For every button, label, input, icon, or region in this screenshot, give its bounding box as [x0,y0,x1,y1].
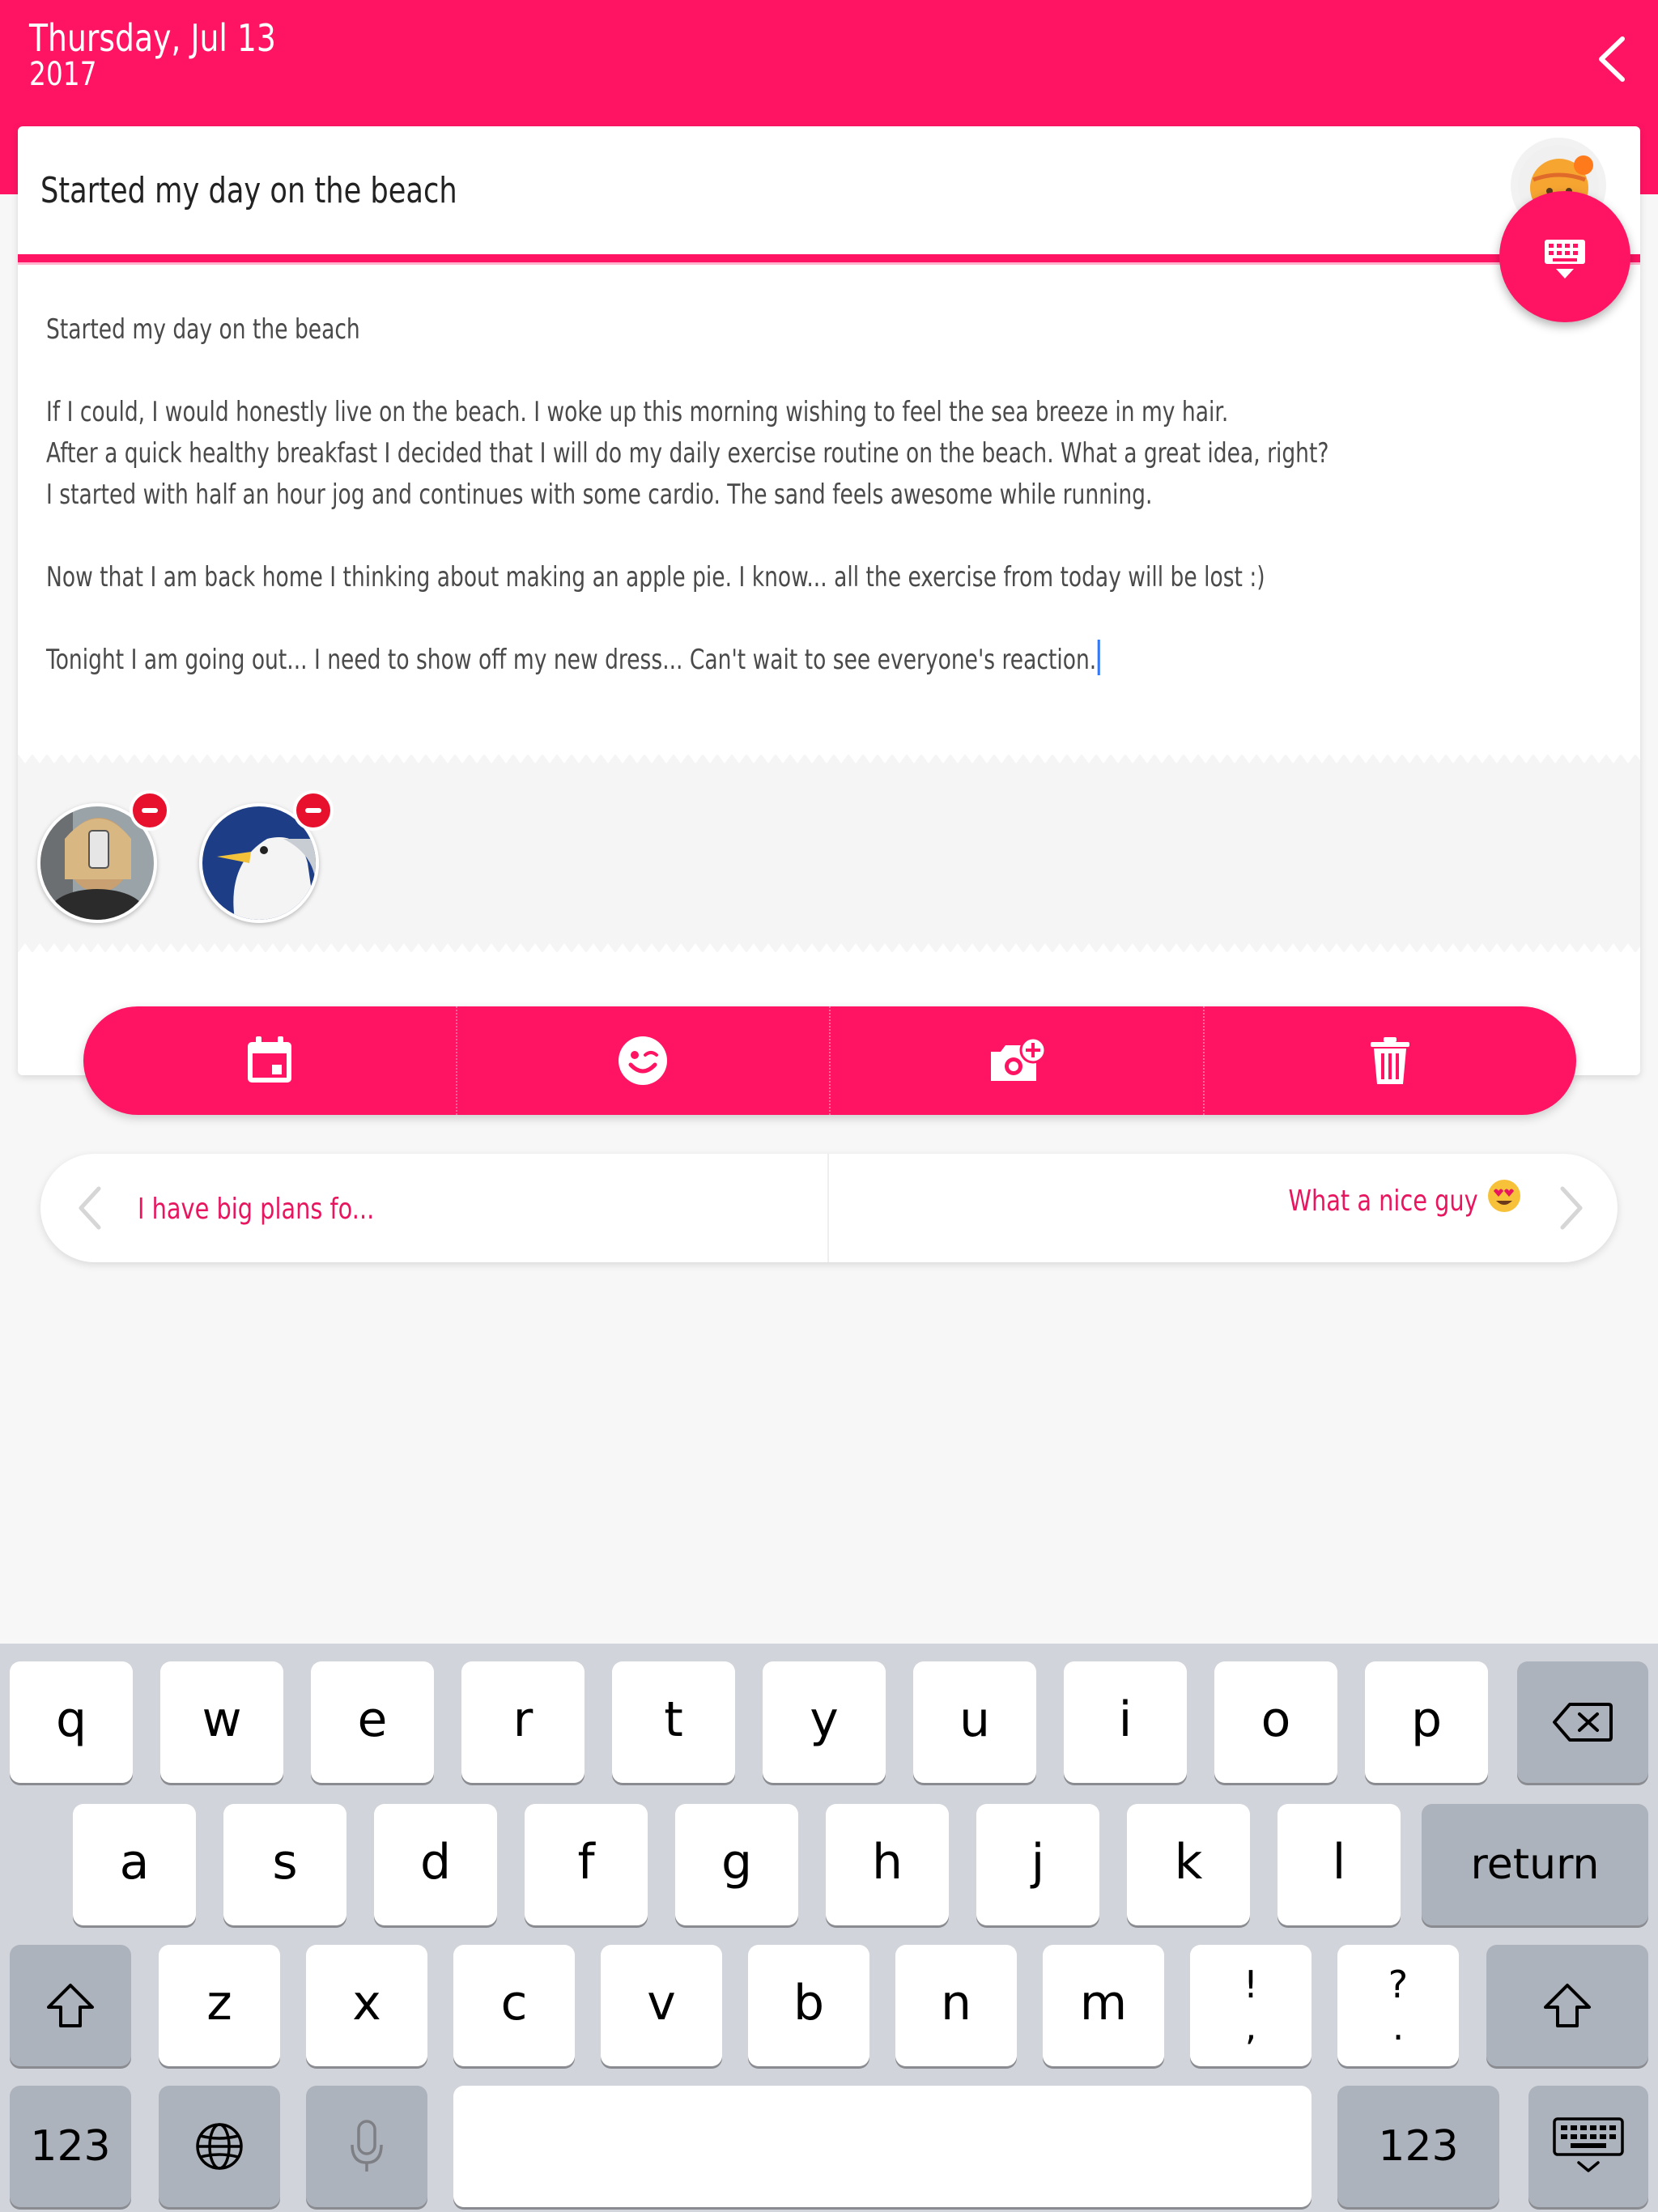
numbers-key-right[interactable]: 123 [1337,2086,1499,2207]
key-g[interactable]: g [675,1804,798,1925]
next-entry-link[interactable]: What a nice guy [1289,1185,1478,1218]
body-line: Now that I am back home I thinking about… [46,561,1265,593]
key-k[interactable]: k [1127,1804,1250,1925]
chevron-right-icon[interactable] [1556,1184,1588,1232]
text-cursor [1097,640,1100,675]
entry-body-textarea[interactable]: Started my day on the beach If I could, I… [46,309,1562,681]
body-line [46,598,1562,640]
action-toolbar [83,1006,1576,1115]
key-exclaim-comma[interactable]: ! , [1190,1945,1312,2066]
remove-icon[interactable] [130,790,170,831]
key-x[interactable]: x [306,1945,427,2066]
remove-icon[interactable] [293,790,334,831]
body-line: I started with half an hour jog and cont… [46,479,1153,511]
entry-year: 2017 [29,56,97,93]
body-line [46,516,1562,557]
chevron-left-icon[interactable] [73,1184,105,1232]
chevron-left-icon[interactable] [1584,31,1640,87]
key-f[interactable]: f [525,1804,648,1925]
entry-date: Thursday, Jul 13 [29,16,276,60]
key-n[interactable]: n [895,1945,1017,2066]
key-bottom-char: , [1244,2005,1257,2048]
title-underline [18,254,1640,265]
key-e[interactable]: e [311,1661,434,1783]
microphone-icon [351,2120,383,2172]
key-top-char: ? [1388,1963,1409,2006]
calendar-button[interactable] [83,1006,456,1115]
key-t[interactable]: t [612,1661,735,1783]
key-d[interactable]: d [374,1804,497,1925]
shift-icon [47,1984,94,2027]
key-i[interactable]: i [1064,1661,1187,1783]
body-line: Started my day on the beach [46,313,360,346]
globe-key[interactable] [159,2086,280,2207]
key-z[interactable]: z [159,1945,280,2066]
keyboard-dismiss-icon [1553,2117,1624,2172]
body-line [46,351,1562,392]
key-top-char: ! [1243,1963,1259,2006]
delete-button[interactable] [1202,1006,1577,1115]
key-j[interactable]: j [976,1804,1099,1925]
backspace-icon [1553,1703,1613,1742]
key-y[interactable]: y [763,1661,886,1783]
entry-title-input[interactable]: Started my day on the beach [40,170,457,211]
key-s[interactable]: s [223,1804,346,1925]
key-b[interactable]: b [748,1945,869,2066]
key-v[interactable]: v [601,1945,722,2066]
calendar-icon [247,1036,291,1083]
emoji-button[interactable] [455,1006,830,1115]
shift-key-left[interactable] [10,1945,131,2066]
backspace-key[interactable] [1517,1661,1648,1783]
add-photo-button[interactable] [829,1006,1203,1115]
key-p[interactable]: p [1365,1661,1488,1783]
add-photo-icon [990,1036,1047,1081]
key-m[interactable]: m [1043,1945,1164,2066]
nav-divider [827,1154,829,1262]
numbers-key-left[interactable]: 123 [10,2086,131,2207]
key-c[interactable]: c [453,1945,575,2066]
wink-emoji-icon [619,1036,668,1085]
body-line: Tonight I am going out... I need to show… [46,640,1562,681]
body-line: If I could, I would honestly live on the… [46,396,1229,428]
dismiss-keyboard-key[interactable] [1528,2086,1648,2207]
zigzag-divider [18,754,1640,768]
entry-navigation: I have big plans fo... What a nice guy [40,1154,1618,1262]
key-u[interactable]: u [913,1661,1036,1783]
zigzag-divider [18,938,1640,953]
key-h[interactable]: h [826,1804,949,1925]
previous-entry-link[interactable]: I have big plans fo... [138,1193,374,1226]
key-q[interactable]: q [10,1661,133,1783]
trash-icon [1371,1037,1410,1084]
key-a[interactable]: a [73,1804,196,1925]
body-line: After a quick healthy breakfast I decide… [46,437,1329,470]
keyboard-hide-icon[interactable] [1499,191,1630,322]
key-r[interactable]: r [461,1661,585,1783]
return-key[interactable]: return [1422,1804,1648,1925]
photo-strip [18,754,1640,953]
key-w[interactable]: w [160,1661,283,1783]
space-bar[interactable] [453,2086,1312,2207]
heart-eyes-emoji-icon [1488,1180,1520,1212]
shift-key-right[interactable] [1486,1945,1648,2066]
key-question-period[interactable]: ? . [1337,1945,1459,2066]
entry-card: Started my day on the beach Started my d… [18,126,1640,1075]
shift-icon [1544,1984,1591,2027]
onscreen-keyboard: q w e r t y u i o p a s d f g h j k l re… [0,1644,1658,2212]
key-bottom-char: . [1392,2005,1405,2048]
key-o[interactable]: o [1214,1661,1337,1783]
globe-icon [196,2123,243,2170]
key-l[interactable]: l [1278,1804,1401,1925]
dictation-key[interactable] [306,2086,427,2207]
